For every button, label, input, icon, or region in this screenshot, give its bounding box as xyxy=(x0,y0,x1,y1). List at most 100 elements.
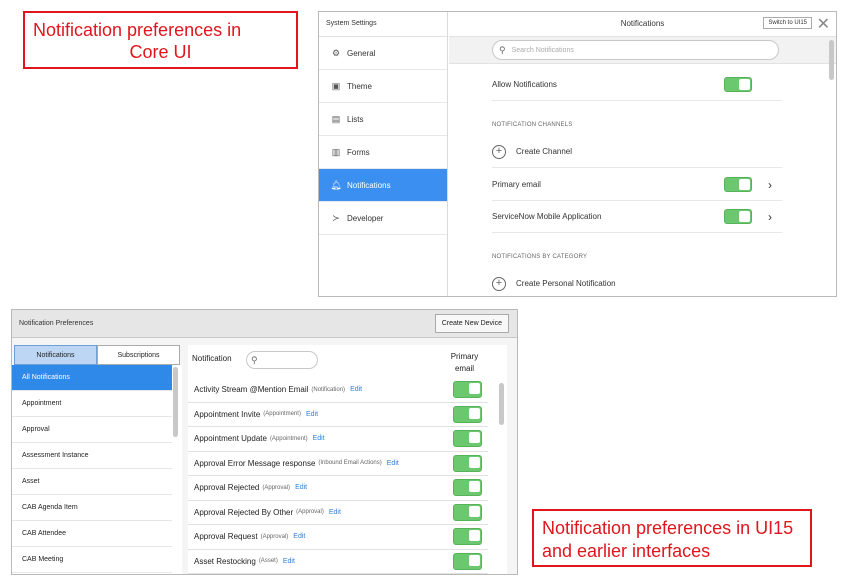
chevron-right-icon[interactable]: › xyxy=(768,210,772,224)
create-channel-row[interactable]: + Create Channel xyxy=(492,136,782,168)
notification-kind: (Appointment) xyxy=(263,411,301,418)
create-personal-label: Create Personal Notification xyxy=(516,279,616,288)
sidebar-item-label: General xyxy=(347,48,376,58)
scrollbar[interactable] xyxy=(173,367,178,437)
table-row: Approval Rejected (Approval) Edit xyxy=(188,476,488,501)
primary-email-toggle[interactable] xyxy=(453,430,482,448)
notification-kind: (Inbound Email Actions) xyxy=(318,460,382,467)
panel-header: Notifications Switch to UI15 ✕ xyxy=(449,12,836,37)
scrollbar[interactable] xyxy=(829,40,834,80)
list-item[interactable]: CAB Meeting xyxy=(12,547,172,573)
primary-email-toggle[interactable] xyxy=(453,454,482,472)
notification-list-header: Notification ⚲ Primary email xyxy=(188,345,507,378)
allow-notifications-row: Allow Notifications xyxy=(492,69,782,101)
search-icon: ⚲ xyxy=(251,354,258,365)
table-row: Appointment Update (Appointment) Edit xyxy=(188,427,488,452)
callout-core-ui-line1: Notification preferences in xyxy=(33,20,242,40)
category-panel: Notifications Subscriptions All Notifica… xyxy=(12,345,182,574)
table-row: Activity Stream @Mention Email (Notifica… xyxy=(188,378,488,403)
list-item[interactable]: Approval xyxy=(12,417,172,443)
notification-name: Appointment Invite xyxy=(194,409,261,419)
ui15-header: Notification Preferences Create New Devi… xyxy=(12,310,517,338)
sidebar-item-notifications[interactable]: 🔔︎ Notifications xyxy=(319,169,447,202)
table-row: Approval Rejected By Other (Approval) Ed… xyxy=(188,501,488,525)
notification-kind: (Asset) xyxy=(258,558,278,565)
sidebar-item-label: Developer xyxy=(347,213,384,223)
notification-name: Appointment Update xyxy=(194,434,267,444)
list-item[interactable]: Assessment Instance xyxy=(12,443,172,469)
bell-icon: 🔔︎ xyxy=(330,179,342,190)
notification-kind: (Appointment) xyxy=(269,435,308,442)
mobile-app-toggle[interactable] xyxy=(724,209,752,224)
sidebar-item-theme[interactable]: ▣ Theme xyxy=(319,70,447,103)
close-icon[interactable]: ✕ xyxy=(817,14,830,34)
callout-ui15: Notification preferences in UI15 and ear… xyxy=(532,509,812,567)
primary-email-toggle[interactable] xyxy=(453,528,482,546)
edit-link[interactable]: Edit xyxy=(329,509,341,516)
notification-kind: (Approval) xyxy=(262,484,291,491)
list-item[interactable]: Appointment xyxy=(12,391,172,417)
channel-row-mobile-app[interactable]: ServiceNow Mobile Application › xyxy=(492,201,782,233)
image-icon: ▣ xyxy=(331,80,341,91)
search-input[interactable]: ⚲ Search Notifications xyxy=(492,40,779,60)
sidebar-item-lists[interactable]: ▤ Lists xyxy=(319,103,447,136)
edit-link[interactable]: Edit xyxy=(283,558,295,565)
tab-subscriptions[interactable]: Subscriptions xyxy=(97,345,180,365)
notification-name: Approval Error Message response xyxy=(194,458,316,468)
table-row: Asset Restocking (Asset) Edit xyxy=(188,550,488,574)
primary-email-toggle[interactable] xyxy=(453,405,482,423)
sidebar-item-label: Theme xyxy=(347,81,372,91)
channel-label: ServiceNow Mobile Application xyxy=(492,212,602,221)
allow-notifications-toggle[interactable] xyxy=(724,77,752,92)
sidebar-title: System Settings xyxy=(319,12,447,37)
list-item[interactable]: CAB Attendee xyxy=(12,521,172,547)
list-item[interactable]: All Notifications xyxy=(12,365,172,391)
notification-kind: (Notification) xyxy=(311,386,346,393)
notification-name: Approval Rejected By Other xyxy=(194,507,294,517)
create-personal-notification-row[interactable]: + Create Personal Notification xyxy=(492,268,782,296)
gear-icon: ⚙ xyxy=(331,47,341,58)
edit-link[interactable]: Edit xyxy=(387,460,399,467)
edit-link[interactable]: Edit xyxy=(293,533,305,540)
edit-link[interactable]: Edit xyxy=(295,484,307,491)
ui15-window: Notification Preferences Create New Devi… xyxy=(11,309,518,575)
edit-link[interactable]: Edit xyxy=(306,411,318,418)
sidebar-item-developer[interactable]: ≻ Developer xyxy=(319,202,447,235)
category-section-header: NOTIFICATIONS BY CATEGORY xyxy=(492,254,588,260)
tab-bar: Notifications Subscriptions xyxy=(12,345,182,365)
notification-search-input[interactable]: ⚲ xyxy=(246,351,318,369)
create-channel-label: Create Channel xyxy=(516,147,573,156)
primary-email-toggle[interactable] xyxy=(453,552,482,570)
channels-section-header: NOTIFICATION CHANNELS xyxy=(492,122,573,128)
edit-link[interactable]: Edit xyxy=(313,435,325,442)
list-item[interactable]: Asset xyxy=(12,469,172,495)
channel-row-primary-email[interactable]: Primary email › xyxy=(492,169,782,201)
notification-list-panel: Notification ⚲ Primary email Activity St… xyxy=(188,345,507,574)
developer-icon: ≻ xyxy=(332,212,340,223)
edit-link[interactable]: Edit xyxy=(350,386,362,393)
plus-circle-icon: + xyxy=(492,144,506,159)
search-placeholder: Search Notifications xyxy=(511,46,574,54)
search-icon: ⚲ xyxy=(499,44,506,55)
primary-email-toggle[interactable] xyxy=(724,177,752,192)
chevron-right-icon[interactable]: › xyxy=(768,178,772,192)
notification-name: Approval Rejected xyxy=(194,483,260,493)
primary-email-toggle[interactable] xyxy=(453,381,482,399)
sidebar-item-label: Forms xyxy=(347,147,370,157)
primary-email-toggle[interactable] xyxy=(453,479,482,497)
list-item[interactable]: CAB Agenda Item xyxy=(12,495,172,521)
notifications-panel: Notifications Switch to UI15 ✕ ⚲ Search … xyxy=(449,12,836,296)
scrollbar[interactable] xyxy=(499,383,504,425)
switch-ui15-button[interactable]: Switch to UI15 xyxy=(763,17,812,29)
form-icon: ▥ xyxy=(331,146,341,157)
tab-notifications[interactable]: Notifications xyxy=(14,345,97,365)
create-new-device-button[interactable]: Create New Device xyxy=(434,314,509,333)
primary-email-toggle[interactable] xyxy=(453,503,482,521)
system-settings-sidebar: System Settings ⚙ General ▣ Theme ▤ List… xyxy=(319,12,448,296)
list-icon: ▤ xyxy=(331,113,341,124)
notification-column-label: Notification xyxy=(192,354,232,363)
core-ui-window: System Settings ⚙ General ▣ Theme ▤ List… xyxy=(318,11,837,297)
callout-core-ui: Notification preferences in Core UI xyxy=(23,11,298,69)
sidebar-item-general[interactable]: ⚙ General xyxy=(319,37,447,70)
sidebar-item-forms[interactable]: ▥ Forms xyxy=(319,136,447,169)
